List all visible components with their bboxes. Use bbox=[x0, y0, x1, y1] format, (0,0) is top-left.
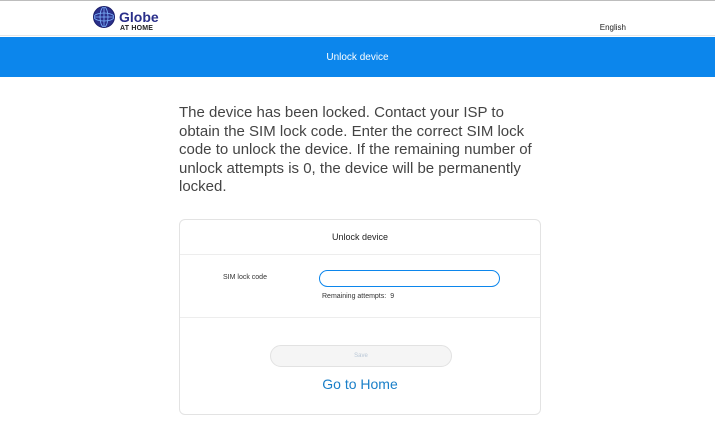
remaining-attempts-value: 9 bbox=[390, 293, 395, 300]
remaining-attempts: Remaining attempts: 9 bbox=[322, 293, 394, 300]
top-bar: Globe AT HOME English bbox=[0, 0, 715, 36]
go-to-home-link[interactable]: Go to Home bbox=[180, 376, 540, 392]
sim-lock-code-input[interactable] bbox=[319, 270, 500, 287]
divider bbox=[180, 317, 540, 318]
lock-notice-text: The device has been locked. Contact your… bbox=[179, 104, 532, 195]
sim-lock-code-label: SIM lock code bbox=[223, 274, 267, 281]
page-banner: Unlock device bbox=[0, 37, 715, 77]
globe-logo-icon bbox=[93, 6, 115, 28]
brand-name: Globe bbox=[119, 9, 159, 25]
brand-subtitle: AT HOME bbox=[120, 25, 154, 32]
language-selector[interactable]: English bbox=[600, 23, 626, 32]
unlock-card: Unlock device SIM lock code Remaining at… bbox=[179, 219, 541, 415]
globe-at-home-logo[interactable]: Globe AT HOME bbox=[93, 6, 173, 34]
save-button[interactable]: Save bbox=[270, 345, 452, 367]
card-title: Unlock device bbox=[180, 220, 540, 255]
remaining-attempts-label: Remaining attempts: bbox=[322, 293, 387, 300]
page-title: Unlock device bbox=[326, 51, 389, 63]
